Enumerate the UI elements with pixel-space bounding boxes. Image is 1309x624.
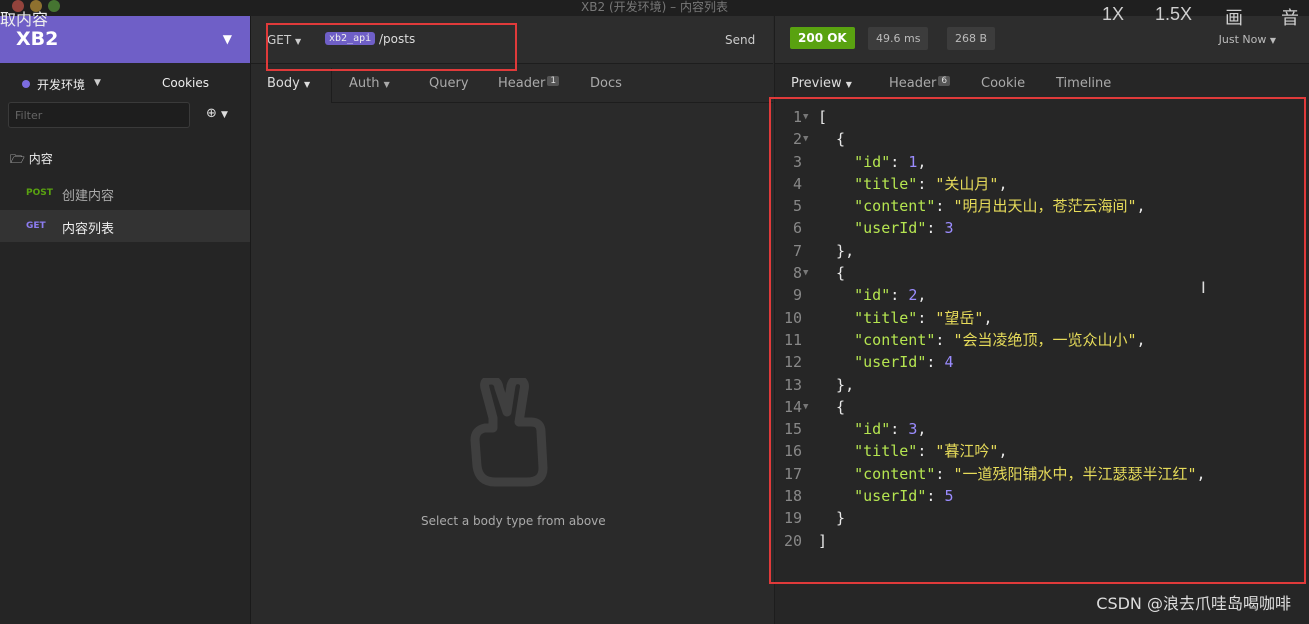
annotation-box-url (266, 23, 517, 71)
folder-open-icon: 🗁 (10, 152, 25, 166)
sidebar: XB2 ▼ 开发环境 ▼ Cookies Filter ⊕ ▼ 🗁 内容 POS… (0, 16, 251, 624)
speed-1-5x-button[interactable]: 1.5X (1155, 4, 1192, 25)
workspace-name: XB2 (16, 28, 59, 50)
watermark: CSDN @浪去爪哇岛喝咖啡 (1096, 594, 1291, 613)
tab-body[interactable]: Body ▼ (267, 76, 310, 91)
tab-auth[interactable]: Auth ▼ (349, 76, 390, 91)
request-pane: GET ▼ xb2_api /posts Send Body ▼ Auth ▼ … (251, 16, 773, 624)
annotation-box-response (769, 97, 1306, 584)
chevron-down-icon: ▼ (1269, 36, 1276, 45)
header-count-badge: 1 (547, 76, 560, 86)
method-badge: POST (26, 188, 53, 198)
tab-label: Header (498, 76, 546, 91)
request-name: 创建内容 (62, 189, 115, 204)
tab-docs[interactable]: Docs (590, 76, 622, 91)
send-button[interactable]: Send (725, 33, 755, 47)
tab-label: Body (267, 76, 300, 91)
header-count-badge: 6 (938, 76, 951, 86)
folder-content[interactable]: 🗁 内容 (10, 150, 53, 171)
status-badge: 200 OK (790, 27, 855, 49)
timestamp-label: Just Now (1218, 33, 1267, 46)
speed-1x-button[interactable]: 1X (1102, 4, 1124, 25)
empty-body-hint: Select a body type from above (421, 514, 606, 528)
tab-label: Auth (349, 76, 380, 91)
environment-caret-icon[interactable]: ▼ (94, 78, 101, 88)
tab-timeline[interactable]: Timeline (1056, 76, 1111, 91)
tabs-divider (331, 102, 773, 103)
tab-label: Preview (791, 76, 842, 91)
tab-query[interactable]: Query (429, 76, 469, 91)
tab-cookie[interactable]: Cookie (981, 76, 1025, 91)
peace-hand-icon (470, 378, 548, 487)
add-caret-icon: ▼ (221, 110, 228, 120)
tab-divider (331, 68, 332, 102)
plus-circle-icon: ⊕ (206, 106, 217, 121)
workspace-caret-icon: ▼ (222, 32, 232, 46)
chevron-down-icon: ▼ (845, 80, 852, 89)
cookies-button[interactable]: Cookies (162, 76, 209, 90)
overlay-caption: 取内容 (0, 10, 49, 29)
audio-button[interactable]: 音 (1281, 4, 1299, 30)
history-dropdown[interactable]: Just Now ▼ (1219, 33, 1276, 46)
folder-name: 内容 (28, 152, 53, 166)
response-size: 268 B (947, 27, 996, 50)
filter-input[interactable]: Filter (8, 102, 190, 128)
request-item-list[interactable]: GET 内容列表 (0, 210, 250, 242)
request-item-create[interactable]: POST 创建内容 (0, 177, 250, 209)
tab-label: Header (889, 76, 937, 91)
environment-dot-icon (22, 80, 30, 88)
picture-button[interactable]: 画 (1225, 4, 1243, 30)
chevron-down-icon: ▼ (303, 80, 311, 89)
tab-header[interactable]: Header 1 (498, 76, 560, 91)
tab-preview[interactable]: Preview ▼ (791, 76, 852, 91)
request-name: 内容列表 (62, 222, 115, 237)
add-request-button[interactable]: ⊕ ▼ (206, 106, 228, 121)
chevron-down-icon: ▼ (383, 80, 390, 89)
environment-row: 开发环境 ▼ Cookies (0, 68, 250, 98)
environment-selector[interactable]: 开发环境 (37, 76, 85, 93)
response-time: 49.6 ms (868, 27, 929, 50)
method-badge: GET (26, 221, 46, 231)
tab-response-header[interactable]: Header 6 (889, 76, 951, 91)
